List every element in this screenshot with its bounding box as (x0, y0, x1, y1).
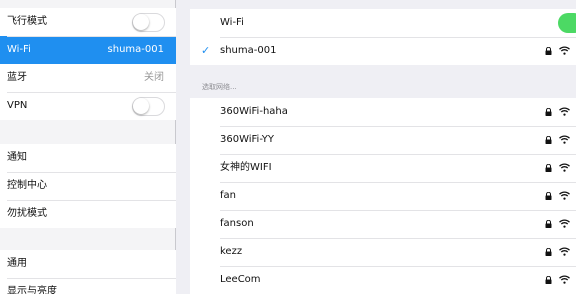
network-name: 360WiFi-haha (220, 106, 288, 117)
network-list: 360WiFi-haha 360WiFi-YY 女神的WIFI fan fans… (190, 98, 576, 294)
network-row[interactable]: LeeCom (190, 266, 576, 294)
choose-network-label: 选取网络... (202, 83, 237, 91)
vpn-toggle[interactable] (132, 97, 165, 116)
sidebar-group-general: 通用 显示与亮度 (0, 250, 176, 294)
wifi-signal-icon (559, 46, 570, 55)
network-name: LeeCom (220, 274, 261, 285)
sidebar-item-vpn[interactable]: VPN (0, 92, 176, 120)
sidebar-item-label: 蓝牙 (7, 72, 27, 83)
network-row[interactable]: fanson (190, 210, 576, 238)
wifi-status-card: Wi-Fi ✓ shuma-001 (190, 9, 576, 65)
wifi-header-row: Wi-Fi (190, 9, 576, 37)
wifi-signal-icon (559, 107, 570, 116)
wifi-signal-icon (559, 135, 570, 144)
sidebar-item-label: 通用 (7, 258, 27, 269)
sidebar-item-label: 控制中心 (7, 180, 47, 191)
sidebar-item-label: 飞行模式 (7, 16, 47, 27)
lock-icon (545, 276, 552, 284)
sidebar-item-label: Wi-Fi (7, 44, 31, 55)
sidebar-item-label: VPN (7, 100, 28, 111)
sidebar-item-do-not-disturb[interactable]: 勿扰模式 (0, 200, 176, 228)
lock-icon (545, 164, 552, 172)
sidebar-item-display-brightness[interactable]: 显示与亮度 (0, 278, 176, 294)
wifi-signal-icon (559, 219, 570, 228)
sidebar-item-airplane-mode[interactable]: 飞行模式 (0, 8, 176, 36)
sidebar-item-label: 勿扰模式 (7, 208, 47, 219)
toggle-knob (133, 14, 149, 30)
network-row[interactable]: 360WiFi-YY (190, 126, 576, 154)
wifi-signal-icon (559, 247, 570, 256)
sidebar-item-label: 通知 (7, 152, 27, 163)
wifi-signal-icon (559, 191, 570, 200)
sidebar-item-value: shuma-001 (107, 44, 164, 55)
sidebar-item-label: 显示与亮度 (7, 286, 57, 294)
sidebar-item-general[interactable]: 通用 (0, 250, 176, 278)
sidebar-group-notifications: 通知 控制中心 勿扰模式 (0, 144, 176, 228)
connected-network-row[interactable]: ✓ shuma-001 (190, 37, 576, 65)
sidebar-group-connectivity: 飞行模式 Wi-Fi shuma-001 蓝牙 关闭 VPN (0, 8, 176, 120)
toggle-knob (133, 98, 149, 114)
sidebar-item-control-center[interactable]: 控制中心 (0, 172, 176, 200)
network-name: 女神的WIFI (220, 162, 272, 173)
lock-icon (545, 192, 552, 200)
wifi-signal-icon (559, 163, 570, 172)
settings-sidebar: 飞行模式 Wi-Fi shuma-001 蓝牙 关闭 VPN 通知 控制中心 勿… (0, 0, 176, 294)
network-row[interactable]: kezz (190, 238, 576, 266)
lock-icon (545, 108, 552, 116)
network-name: 360WiFi-YY (220, 134, 274, 145)
network-row[interactable]: 360WiFi-haha (190, 98, 576, 126)
wifi-toggle[interactable] (558, 13, 576, 33)
network-name: fanson (220, 218, 254, 229)
airplane-mode-toggle[interactable] (132, 13, 165, 32)
lock-icon (545, 220, 552, 228)
lock-icon (545, 47, 552, 55)
network-name: kezz (220, 246, 243, 257)
network-name: fan (220, 190, 236, 201)
wifi-header-label: Wi-Fi (220, 17, 244, 28)
sidebar-item-value: 关闭 (144, 72, 164, 83)
sidebar-item-bluetooth[interactable]: 蓝牙 关闭 (0, 64, 176, 92)
lock-icon (545, 136, 552, 144)
network-row[interactable]: fan (190, 182, 576, 210)
lock-icon (545, 248, 552, 256)
sidebar-item-notifications[interactable]: 通知 (0, 144, 176, 172)
checkmark-icon: ✓ (201, 44, 211, 57)
network-name: shuma-001 (220, 45, 277, 56)
wifi-detail-pane: Wi-Fi ✓ shuma-001 选取网络... 360WiFi-haha 3… (177, 0, 576, 294)
wifi-signal-icon (559, 275, 570, 284)
sidebar-item-wifi[interactable]: Wi-Fi shuma-001 (0, 36, 176, 64)
network-row[interactable]: 女神的WIFI (190, 154, 576, 182)
